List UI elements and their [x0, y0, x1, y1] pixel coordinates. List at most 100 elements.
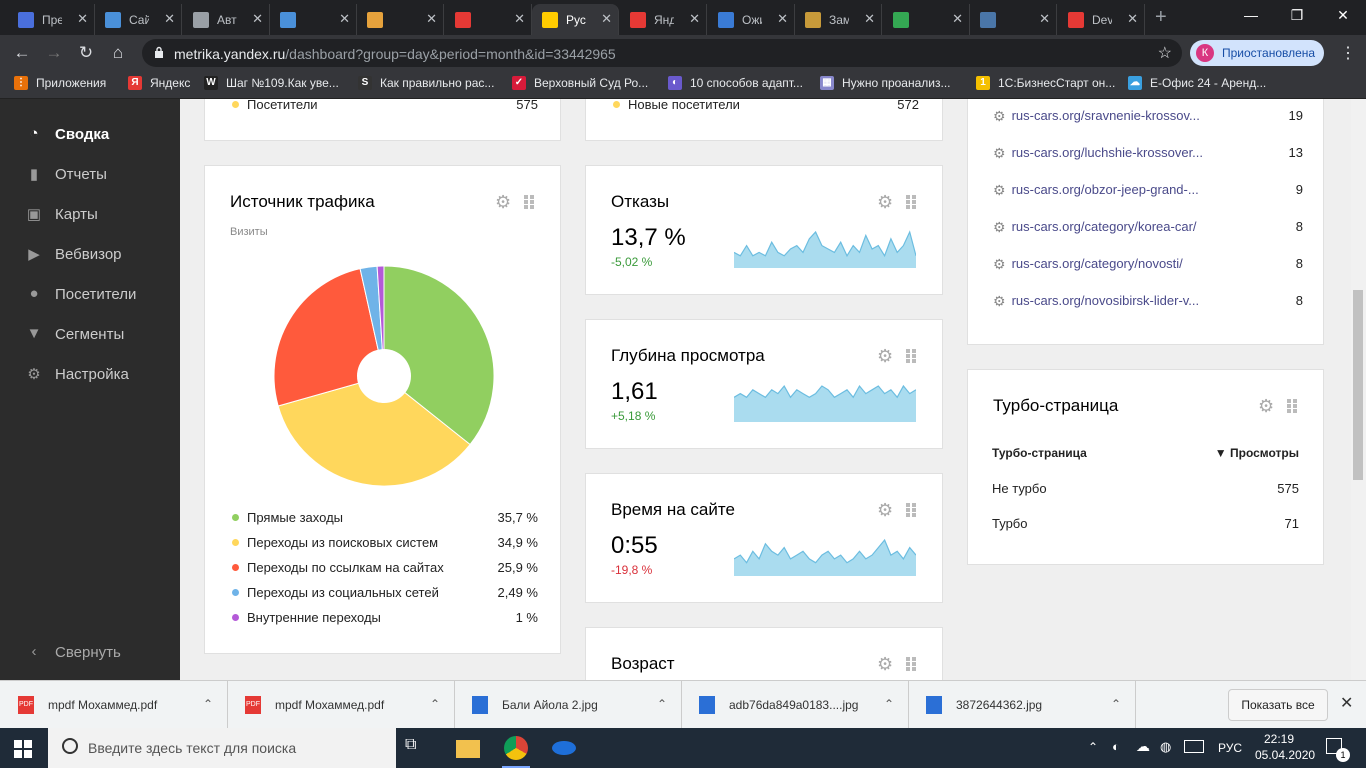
volume-icon[interactable]: ◍: [1160, 739, 1171, 755]
settings-gear-icon[interactable]: ⚙: [877, 193, 895, 211]
bookmark-item[interactable]: ◐ 10 способов адапт...: [668, 76, 803, 90]
drag-handle-icon[interactable]: [906, 195, 916, 209]
back-icon[interactable]: ←: [10, 41, 34, 65]
tray-chevron-icon[interactable]: ⌃: [1088, 740, 1098, 754]
gear-icon[interactable]: ⚙: [993, 219, 1006, 236]
bookmark-item[interactable]: ✓ Верховный Суд Ро...: [512, 76, 648, 90]
tab-close-icon[interactable]: ✕: [1127, 11, 1138, 27]
bookmark-item[interactable]: W Шаг №109.Как уве...: [204, 76, 339, 90]
gear-icon[interactable]: ⚙: [993, 182, 1006, 199]
bookmark-item[interactable]: Я Яндекс: [128, 76, 190, 90]
list-item[interactable]: ⚙ rus-cars.org/category/korea-car/8: [993, 219, 1303, 236]
page-url[interactable]: rus-cars.org/obzor-jeep-grand-...: [1012, 182, 1199, 199]
tab-close-icon[interactable]: ✕: [164, 11, 175, 27]
bookmark-item[interactable]: ▦ Нужно проанализ...: [820, 76, 951, 90]
browser-tab[interactable]: Рус ✕: [532, 4, 619, 35]
page-url[interactable]: rus-cars.org/category/korea-car/: [1012, 219, 1197, 236]
gear-icon[interactable]: ⚙: [993, 293, 1006, 310]
gear-icon[interactable]: ⚙: [993, 108, 1006, 125]
browser-tab[interactable]: ✕: [445, 4, 532, 35]
profile-button[interactable]: К Приостановлена: [1190, 40, 1324, 66]
sidebar-item-summary[interactable]: ◔ Сводка: [0, 114, 180, 154]
browser-menu-icon[interactable]: ⋮: [1340, 43, 1356, 63]
tab-close-icon[interactable]: ✕: [864, 11, 875, 27]
show-all-downloads-button[interactable]: Показать все: [1228, 689, 1328, 721]
maximize-button[interactable]: ❐: [1274, 0, 1320, 30]
drag-handle-icon[interactable]: [906, 349, 916, 363]
page-url[interactable]: rus-cars.org/sravnenie-krossov...: [1012, 108, 1200, 125]
keyboard-icon[interactable]: [1184, 740, 1204, 753]
tab-close-icon[interactable]: ✕: [77, 11, 88, 27]
taskbar-clock[interactable]: 22:19 05.04.2020: [1255, 731, 1315, 763]
list-item[interactable]: ⚙ rus-cars.org/obzor-jeep-grand-... 9: [993, 182, 1303, 199]
gear-icon[interactable]: ⚙: [993, 256, 1006, 273]
legend-row[interactable]: Переходы из социальных сетей 2,49 %: [230, 585, 538, 600]
tab-close-icon[interactable]: ✕: [339, 11, 350, 27]
bookmark-star-icon[interactable]: ☆: [1158, 43, 1172, 63]
sidebar-item-segments[interactable]: ▼ Сегменты: [0, 314, 180, 354]
chrome-icon[interactable]: [504, 736, 528, 760]
network-icon[interactable]: ◐: [1112, 739, 1120, 754]
browser-tab[interactable]: ✕: [357, 4, 444, 35]
chevron-up-icon[interactable]: ⌃: [1111, 697, 1121, 711]
close-window-button[interactable]: ✕: [1320, 0, 1366, 30]
sidebar-item-webvisor[interactable]: ▶ Вебвизор: [0, 234, 180, 274]
tab-close-icon[interactable]: ✕: [601, 11, 612, 27]
browser-tab[interactable]: Янд ✕: [620, 4, 707, 35]
browser-tab[interactable]: ✕: [270, 4, 357, 35]
tab-close-icon[interactable]: ✕: [252, 11, 263, 27]
windows-start-icon[interactable]: [14, 740, 32, 758]
browser-tab[interactable]: Зам ✕: [795, 4, 882, 35]
bookmark-item[interactable]: ☁ Е-Офис 24 - Аренд...: [1128, 76, 1266, 90]
settings-gear-icon[interactable]: ⚙: [877, 501, 895, 519]
legend-row[interactable]: Переходы из поисковых систем 34,9 %: [230, 535, 538, 550]
sidebar-item-visitors[interactable]: ● Посетители: [0, 274, 180, 314]
legend-row[interactable]: Внутренние переходы 1 %: [230, 610, 538, 625]
settings-gear-icon[interactable]: ⚙: [495, 193, 513, 211]
collapse-sidebar-button[interactable]: ‹ Свернуть: [0, 632, 180, 672]
drag-handle-icon[interactable]: [906, 503, 916, 517]
sidebar-item-reports[interactable]: ▮ Отчеты: [0, 154, 180, 194]
settings-gear-icon[interactable]: ⚙: [1258, 397, 1276, 415]
turbo-column-header[interactable]: Турбо-страница: [992, 446, 1087, 460]
close-downloads-icon[interactable]: ✕: [1340, 693, 1353, 713]
language-indicator[interactable]: РУС: [1218, 741, 1242, 755]
browser-tab[interactable]: Авто ✕: [183, 4, 270, 35]
task-view-icon[interactable]: ⧉: [405, 736, 429, 760]
download-item[interactable]: adb76da849a0183....jpg ⌃: [681, 681, 909, 729]
drag-handle-icon[interactable]: [906, 657, 916, 671]
chevron-up-icon[interactable]: ⌃: [657, 697, 667, 711]
drag-handle-icon[interactable]: [1287, 399, 1297, 413]
app-icon[interactable]: [552, 741, 576, 755]
page-url[interactable]: rus-cars.org/category/novosti/: [1012, 256, 1183, 273]
settings-gear-icon[interactable]: ⚙: [877, 347, 895, 365]
tab-close-icon[interactable]: ✕: [777, 11, 788, 27]
chevron-up-icon[interactable]: ⌃: [430, 697, 440, 711]
views-column-header[interactable]: ▼ Просмотры: [1215, 446, 1299, 460]
drag-handle-icon[interactable]: [524, 195, 534, 209]
sidebar-item-settings[interactable]: ⚙ Настройка: [0, 354, 180, 394]
address-bar[interactable]: metrika.yandex.ru/dashboard?group=day&pe…: [142, 39, 1182, 67]
sidebar-item-maps[interactable]: ▣ Карты: [0, 194, 180, 234]
bookmark-item[interactable]: 1 1С:БизнесСтарт он...: [976, 76, 1115, 90]
settings-gear-icon[interactable]: ⚙: [877, 655, 895, 673]
scrollbar-thumb[interactable]: [1353, 290, 1363, 480]
bookmark-item[interactable]: ⋮ Приложения: [14, 76, 106, 90]
legend-row[interactable]: Переходы по ссылкам на сайтах 25,9 %: [230, 560, 538, 575]
list-item[interactable]: ⚙ rus-cars.org/novosibirsk-lider-v... 8: [993, 293, 1303, 310]
home-icon[interactable]: ⌂: [106, 41, 130, 65]
new-tab-button[interactable]: +: [1155, 6, 1167, 29]
file-explorer-icon[interactable]: [456, 740, 480, 758]
browser-tab[interactable]: ✕: [883, 4, 970, 35]
tab-close-icon[interactable]: ✕: [689, 11, 700, 27]
browser-tab[interactable]: Пре ✕: [8, 4, 95, 35]
tab-close-icon[interactable]: ✕: [952, 11, 963, 27]
browser-tab[interactable]: Сай ✕: [95, 4, 182, 35]
chevron-up-icon[interactable]: ⌃: [884, 697, 894, 711]
browser-tab[interactable]: ✕: [970, 4, 1057, 35]
tab-close-icon[interactable]: ✕: [514, 11, 525, 27]
gear-icon[interactable]: ⚙: [993, 145, 1006, 162]
chevron-up-icon[interactable]: ⌃: [203, 697, 213, 711]
download-item[interactable]: Бали Айола 2.jpg ⌃: [454, 681, 682, 729]
tab-close-icon[interactable]: ✕: [1039, 11, 1050, 27]
